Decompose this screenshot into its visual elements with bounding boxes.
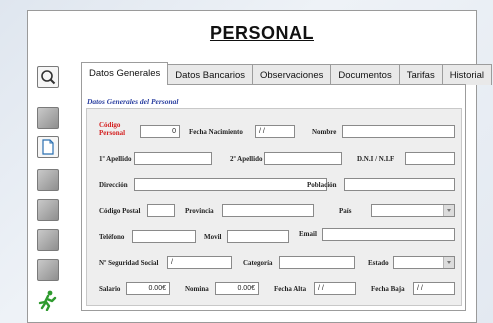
direccion-label: Dirección <box>99 181 128 189</box>
pais-select[interactable] <box>371 204 455 217</box>
chevron-down-icon[interactable] <box>443 257 454 268</box>
blank-tool-button[interactable] <box>37 199 59 221</box>
telefono-field[interactable] <box>132 230 196 243</box>
blank-tool-button[interactable] <box>37 169 59 191</box>
poblacion-field[interactable] <box>344 178 455 191</box>
apellido1-field[interactable] <box>134 152 212 165</box>
tab-tarifas[interactable]: Tarifas <box>398 64 443 85</box>
search-icon[interactable] <box>37 66 59 88</box>
fecha-baja-label: Fecha Baja <box>371 285 405 293</box>
fecha-nacimiento-field[interactable]: / / <box>255 125 295 138</box>
email-field[interactable] <box>322 228 455 241</box>
fecha-alta-label: Fecha Alta <box>274 285 307 293</box>
tab-datos-bancarios[interactable]: Datos Bancarios <box>167 64 253 85</box>
fecha-baja-field[interactable]: / / <box>413 282 455 295</box>
estado-label: Estado <box>368 259 389 267</box>
blank-tool-button[interactable] <box>37 259 59 281</box>
dni-field[interactable] <box>405 152 455 165</box>
salario-field[interactable]: 0.00€ <box>126 282 170 295</box>
codigo-field[interactable]: 0 <box>140 125 180 138</box>
tab-historial[interactable]: Historial <box>441 64 493 85</box>
tab-datos-generales[interactable]: Datos Generales <box>81 62 169 85</box>
document-icon[interactable] <box>37 136 59 158</box>
codigo-postal-field[interactable] <box>147 204 175 217</box>
exit-runner-icon[interactable] <box>37 289 59 311</box>
apellido2-field[interactable] <box>264 152 342 165</box>
salario-label: Salario <box>99 285 121 293</box>
categoria-label: Categoría <box>243 259 273 267</box>
codigo-postal-label: Código Postal <box>99 207 141 215</box>
blank-tool-button[interactable] <box>37 229 59 251</box>
chevron-down-icon[interactable] <box>443 205 454 216</box>
nombre-field[interactable] <box>342 125 455 138</box>
apellido2-label: 2º Apellido <box>230 155 263 163</box>
section-label: Datos Generales del Personal <box>87 97 179 106</box>
tab-documentos[interactable]: Documentos <box>330 64 400 85</box>
movil-label: Movil <box>204 233 222 241</box>
telefono-label: Teléfono <box>99 233 125 241</box>
dni-label: D.N.I / N.I.F <box>357 155 395 163</box>
categoria-field[interactable] <box>279 256 355 269</box>
movil-field[interactable] <box>227 230 289 243</box>
direccion-field[interactable] <box>134 178 327 191</box>
blank-tool-button[interactable] <box>37 107 59 129</box>
seguridad-social-label: Nº Seguridad Social <box>99 259 159 267</box>
personal-window: PERSONAL Datos Generales Datos Bancarios… <box>27 10 493 323</box>
apellido1-label: 1º Apellido <box>99 155 132 163</box>
poblacion-label: Población <box>307 181 337 189</box>
provincia-label: Provincia <box>185 207 214 215</box>
provincia-field[interactable] <box>222 204 314 217</box>
codigo-label: Código Personal <box>99 121 126 137</box>
fecha-alta-field[interactable]: / / <box>314 282 356 295</box>
page-title: PERSONAL <box>209 23 314 43</box>
nombre-label: Nombre <box>312 128 337 136</box>
estado-select[interactable] <box>393 256 455 269</box>
tab-bar: Datos Generales Datos Bancarios Observac… <box>81 62 493 85</box>
seguridad-social-field[interactable]: / <box>167 256 232 269</box>
email-label: Email <box>299 230 317 238</box>
form-area: Código Personal 0 Fecha Nacimiento / / No… <box>86 108 462 306</box>
nomina-field[interactable]: 0.00€ <box>215 282 259 295</box>
pais-label: País <box>339 207 352 215</box>
nomina-label: Nomina <box>185 285 209 293</box>
tab-observaciones[interactable]: Observaciones <box>252 64 332 85</box>
fecha-nacimiento-label: Fecha Nacimiento <box>189 128 243 136</box>
